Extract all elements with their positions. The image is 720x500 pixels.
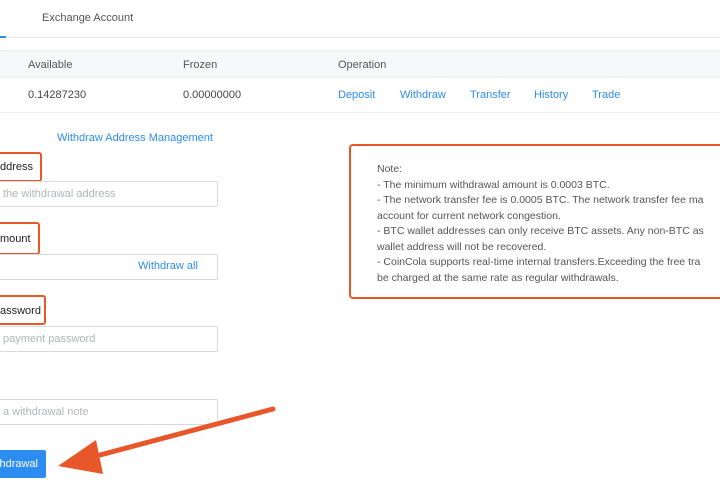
withdrawal-note-input[interactable]: [0, 399, 218, 425]
trade-link[interactable]: Trade: [592, 89, 620, 101]
withdraw-all-button[interactable]: Withdraw all: [138, 260, 198, 272]
amount-label: mount: [0, 233, 31, 245]
transfer-link[interactable]: Transfer: [470, 89, 511, 101]
balance-table-header: Available Frozen Operation: [0, 50, 720, 78]
deposit-link[interactable]: Deposit: [338, 89, 375, 101]
payment-password-input[interactable]: [0, 326, 218, 352]
address-label: ddress: [0, 161, 34, 173]
note-line: - The minimum withdrawal amount is 0.000…: [377, 178, 610, 191]
submit-withdrawal-button[interactable]: hdrawal: [0, 450, 46, 478]
note-line: - BTC wallet addresses can only receive …: [377, 225, 704, 237]
header-frozen: Frozen: [183, 59, 218, 71]
balance-row: 0.14287230 0.00000000 Deposit Withdraw T…: [0, 79, 720, 113]
header-operation: Operation: [338, 59, 387, 71]
note-line: wallet address will not be recovered.: [377, 240, 547, 253]
withdraw-address-management-link[interactable]: Withdraw Address Management: [57, 132, 213, 144]
withdrawal-address-input[interactable]: [0, 181, 218, 207]
available-value: 0.14287230: [28, 89, 87, 101]
history-link[interactable]: History: [534, 89, 568, 101]
note-line: be charged at the same rate as regular w…: [377, 271, 619, 284]
note-line: - CoinCola supports real-time internal t…: [377, 256, 701, 268]
password-label: assword: [0, 305, 41, 317]
active-tab-indicator[interactable]: [0, 0, 6, 38]
tab-exchange-account[interactable]: Exchange Account: [42, 12, 133, 24]
withdrawal-note-box: Note: - The minimum withdrawal amount is…: [349, 144, 720, 299]
account-tabs: Exchange Account: [0, 0, 720, 38]
withdraw-link[interactable]: Withdraw: [400, 89, 446, 101]
note-line: - The network transfer fee is 0.0005 BTC…: [377, 194, 704, 206]
frozen-value: 0.00000000: [183, 89, 242, 101]
header-available: Available: [28, 59, 73, 71]
note-line: Note:: [377, 163, 403, 175]
note-line: account for current network congestion.: [377, 209, 561, 222]
